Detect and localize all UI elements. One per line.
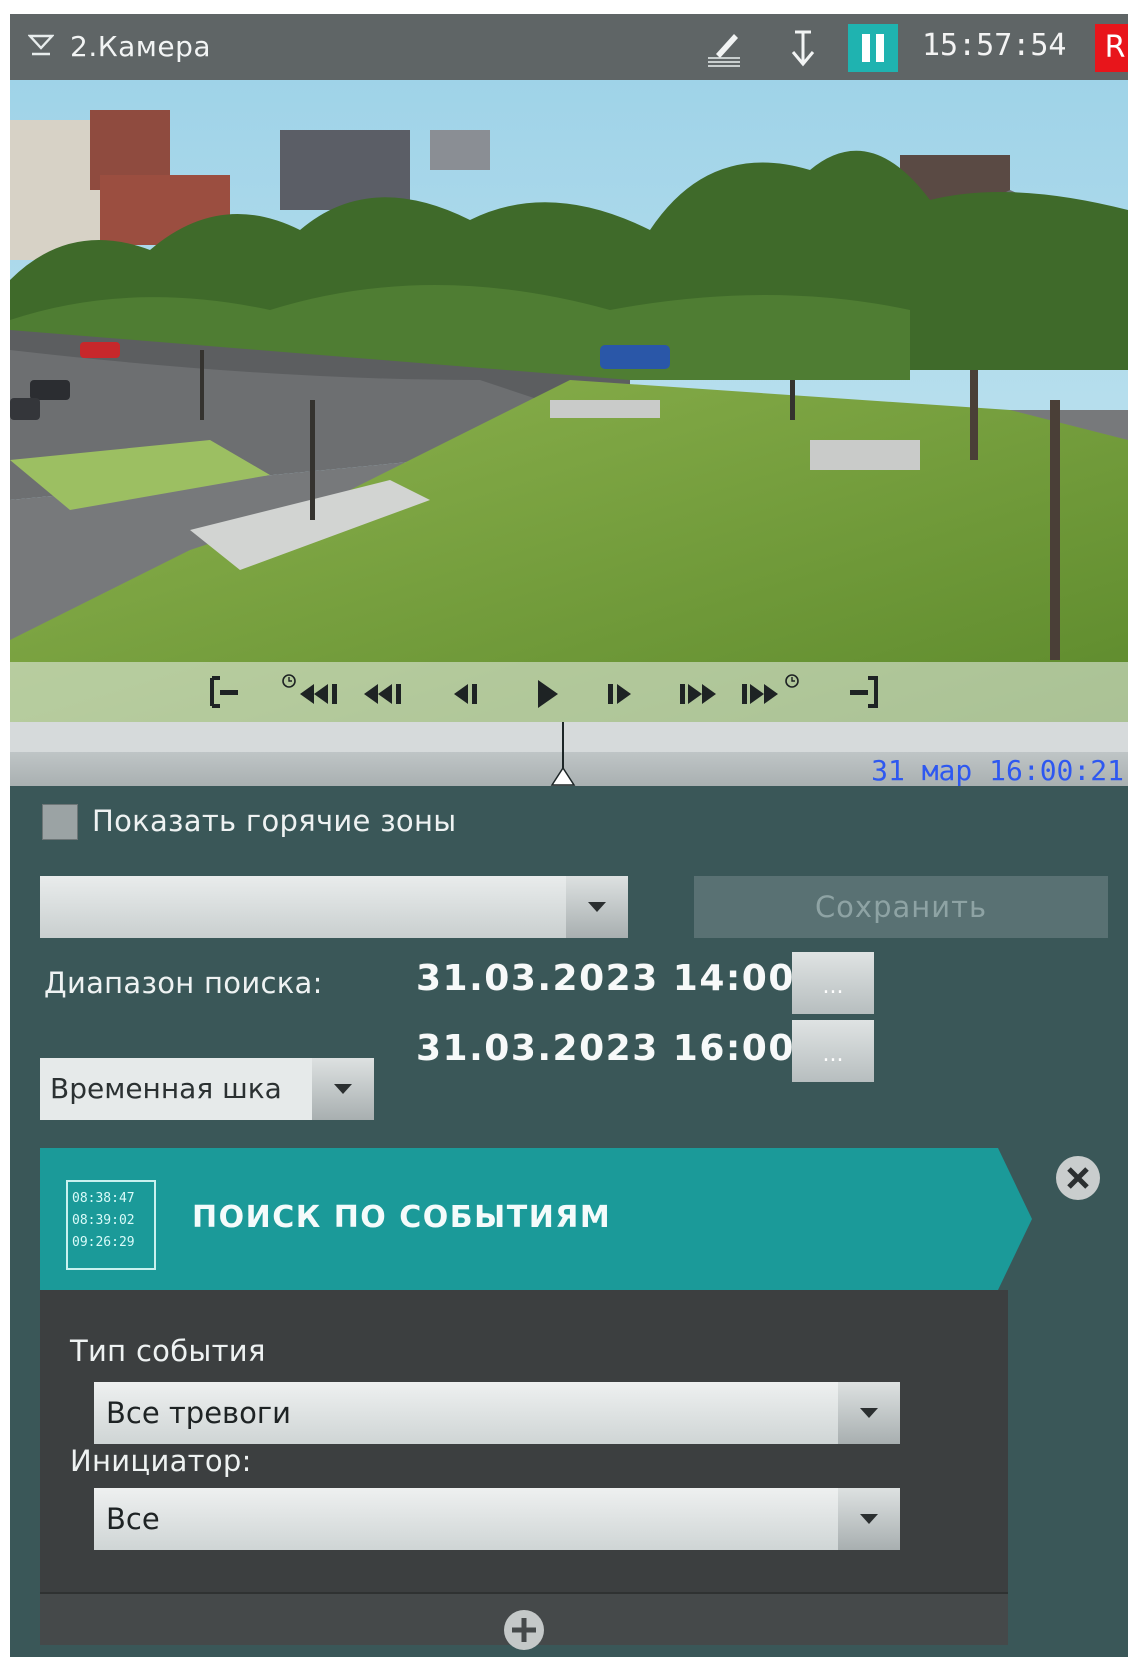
next-frame-icon[interactable] bbox=[602, 674, 638, 710]
next-event-icon[interactable] bbox=[736, 674, 808, 710]
video-image bbox=[10, 80, 1128, 722]
play-icon[interactable] bbox=[532, 674, 562, 710]
initiator-label: Инициатор: bbox=[70, 1444, 252, 1478]
video-frame[interactable] bbox=[10, 80, 1128, 722]
preset-select[interactable] bbox=[40, 876, 566, 938]
prev-fast-icon[interactable] bbox=[360, 674, 412, 710]
playback-controls bbox=[10, 662, 1128, 722]
timeline-thumb[interactable] bbox=[550, 764, 576, 786]
edit-icon[interactable] bbox=[704, 28, 744, 68]
preset-dropdown-button[interactable] bbox=[566, 876, 628, 938]
event-type-label: Тип события bbox=[70, 1334, 266, 1368]
go-start-icon[interactable] bbox=[208, 674, 242, 710]
go-end-icon[interactable] bbox=[846, 674, 882, 710]
event-log-icon: 08:38:47 08:39:02 09:26:29 bbox=[66, 1180, 156, 1270]
range-mode-dropdown-button[interactable] bbox=[312, 1058, 374, 1120]
event-type-select[interactable]: Все тревоги bbox=[94, 1382, 838, 1444]
camera-time: 15:57:54 bbox=[922, 28, 1067, 63]
camera-title: 2.Камера bbox=[70, 30, 212, 63]
initiator-dropdown-button[interactable] bbox=[838, 1488, 900, 1550]
camera-titlebar: 2.Камера 15:57:54 R bbox=[10, 14, 1128, 80]
hot-zones-checkbox[interactable] bbox=[42, 804, 78, 840]
pause-button[interactable] bbox=[848, 24, 898, 72]
prev-frame-icon[interactable] bbox=[448, 674, 484, 710]
event-icon-time-2: 08:39:02 bbox=[72, 1213, 135, 1228]
record-indicator: R bbox=[1095, 24, 1128, 72]
event-search-title: ПОИСК ПО СОБЫТИЯМ bbox=[192, 1200, 612, 1235]
range-from-value: 31.03.2023 14:00 bbox=[416, 958, 795, 999]
range-from-button[interactable]: ... bbox=[792, 952, 874, 1014]
save-button[interactable]: Сохранить bbox=[694, 876, 1108, 938]
event-type-dropdown-button[interactable] bbox=[838, 1382, 900, 1444]
event-icon-time-3: 09:26:29 bbox=[72, 1235, 135, 1250]
range-to-button[interactable]: ... bbox=[792, 1020, 874, 1082]
range-mode-select[interactable]: Временная шка bbox=[40, 1058, 312, 1120]
initiator-select[interactable]: Все bbox=[94, 1488, 838, 1550]
next-fast-icon[interactable] bbox=[674, 674, 726, 710]
timeline-timestamp: 31 мар 16:00:21 bbox=[871, 754, 1124, 787]
hot-zones-label: Показать горячие зоны bbox=[92, 804, 457, 838]
timeline[interactable]: 31 мар 16:00:21 bbox=[10, 722, 1128, 787]
arrow-down-icon[interactable] bbox=[786, 28, 820, 68]
close-icon[interactable] bbox=[1052, 1152, 1104, 1204]
prev-event-icon[interactable] bbox=[280, 674, 352, 710]
search-range-label: Диапазон поиска: bbox=[44, 966, 323, 1000]
camera-window: 2.Камера 15:57:54 R 31 мар 16:00:21 Пока… bbox=[10, 14, 1128, 1657]
add-icon[interactable] bbox=[502, 1608, 546, 1652]
range-to-value: 31.03.2023 16:00 bbox=[416, 1028, 795, 1069]
event-icon-time-1: 08:38:47 bbox=[72, 1191, 135, 1206]
filter-icon[interactable] bbox=[28, 32, 54, 58]
